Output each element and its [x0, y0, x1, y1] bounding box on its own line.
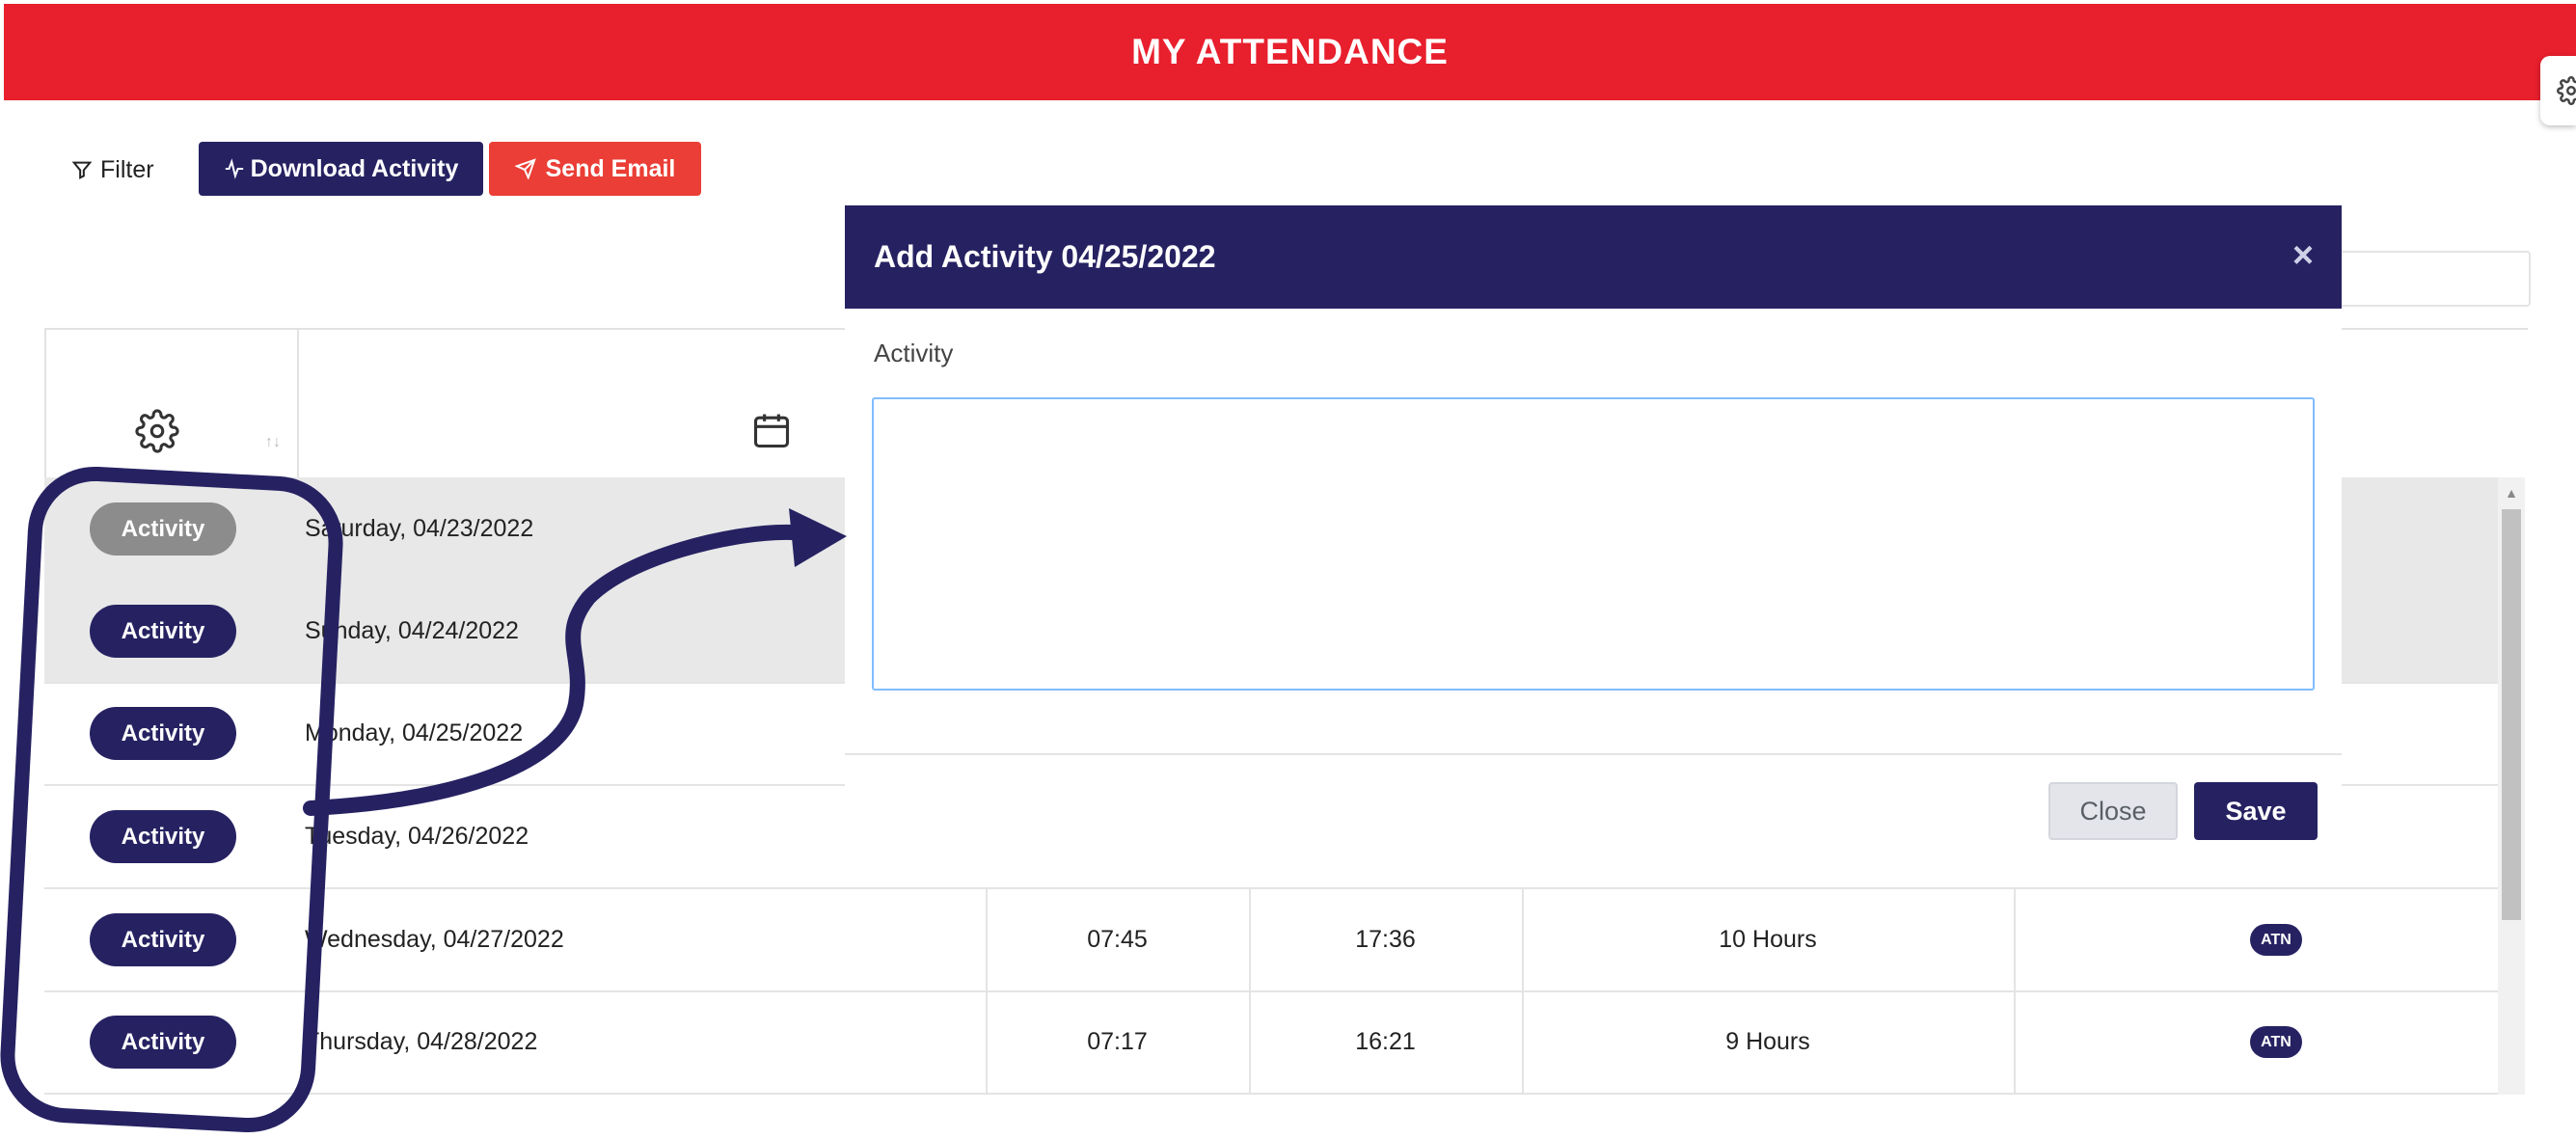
modal-header: Add Activity 04/25/2022 × — [845, 205, 2342, 309]
activity-button[interactable]: Activity — [90, 707, 236, 760]
time-out-cell: 16:21 — [1355, 1027, 1416, 1055]
date-cell: Monday, 04/25/2022 — [305, 719, 524, 746]
activity-pulse-icon — [225, 158, 243, 179]
settings-tab[interactable] — [2540, 56, 2576, 125]
filter-button[interactable]: Filter — [71, 147, 154, 193]
page-header: MY ATTENDANCE — [4, 4, 2576, 100]
scrollbar-thumb[interactable] — [2502, 509, 2521, 920]
scroll-up-arrow[interactable]: ▲ — [2498, 479, 2525, 506]
date-cell: Thursday, 04/28/2022 — [305, 1027, 538, 1055]
calendar-icon — [753, 414, 790, 448]
close-button[interactable]: Close — [2048, 782, 2178, 840]
gear-icon — [2557, 76, 2576, 105]
table-border — [297, 328, 299, 477]
modal-title: Add Activity 04/25/2022 — [874, 239, 1216, 274]
close-icon[interactable]: × — [2284, 235, 2322, 276]
table-border — [44, 328, 46, 477]
send-email-button[interactable]: Send Email — [489, 142, 701, 196]
date-cell: Tuesday, 04/26/2022 — [305, 822, 529, 850]
status-badge: ATN — [2250, 924, 2302, 956]
sort-icon[interactable]: ↑↓ — [265, 434, 281, 451]
status-badge: ATN — [2250, 1026, 2302, 1058]
hours-cell: 10 Hours — [1719, 925, 1817, 953]
activity-button[interactable]: Activity — [90, 913, 236, 966]
filter-label: Filter — [100, 155, 154, 183]
activity-button[interactable]: Activity — [90, 605, 236, 658]
date-cell: Sunday, 04/24/2022 — [305, 616, 519, 644]
download-activity-button[interactable]: Download Activity — [199, 142, 483, 196]
date-cell: Wednesday, 04/27/2022 — [305, 925, 564, 953]
time-in-cell: 07:45 — [1087, 925, 1148, 953]
time-in-cell: 07:17 — [1087, 1027, 1148, 1055]
download-activity-label: Download Activity — [250, 154, 459, 182]
activity-button[interactable]: Activity — [90, 810, 236, 863]
time-out-cell: 17:36 — [1355, 925, 1416, 953]
column-separator — [2014, 888, 2016, 990]
send-icon — [514, 158, 536, 179]
date-cell: Saturday, 04/23/2022 — [305, 514, 534, 542]
search-input[interactable] — [2315, 251, 2531, 307]
table-row: Activity Thursday, 04/28/2022 07:17 16:21 9 … — [44, 990, 2498, 1095]
send-email-label: Send Email — [545, 154, 676, 182]
gear-icon[interactable] — [135, 409, 179, 453]
modal-divider — [845, 753, 2342, 755]
table-row: Activity Wednesday, 04/27/2022 07:45 17:36 1… — [44, 888, 2498, 992]
activity-button[interactable]: Activity — [90, 502, 236, 556]
filter-icon — [71, 161, 93, 179]
activity-button[interactable]: Activity — [90, 1016, 236, 1069]
add-activity-modal: Add Activity 04/25/2022 × Activity Close… — [845, 205, 2342, 871]
column-separator — [2014, 990, 2016, 1093]
activity-field-label: Activity — [874, 339, 954, 367]
page-title: MY ATTENDANCE — [1131, 32, 1449, 71]
activity-textarea[interactable] — [872, 397, 2315, 691]
hours-cell: 9 Hours — [1725, 1027, 1810, 1055]
save-button[interactable]: Save — [2194, 782, 2318, 840]
